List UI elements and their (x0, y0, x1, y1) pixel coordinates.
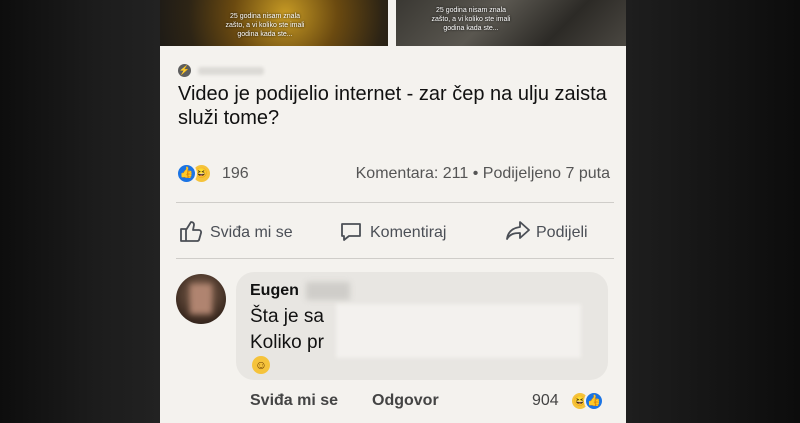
divider (176, 202, 614, 203)
comment-text-line: Koliko pr (250, 332, 324, 353)
facebook-post-card: 25 godina nisam znala zašto, a vi koliko… (160, 0, 626, 423)
blurred-comment-text (336, 304, 581, 358)
like-button[interactable]: Sviđa mi se (178, 218, 318, 248)
lightning-icon: ⚡ (178, 64, 191, 77)
reaction-count[interactable]: 196 (222, 165, 249, 183)
like-reaction-icon: 👍 (584, 391, 604, 411)
comment-reaction-count[interactable]: 904 (532, 392, 559, 410)
avatar[interactable] (176, 274, 226, 324)
thumbnail-caption: 25 godina nisam znala zašto, a vi koliko… (431, 7, 511, 32)
video-side-blur-right (626, 0, 800, 423)
post-stats: 👍 😆 196 Komentara: 211 • Podijeljeno 7 p… (176, 162, 616, 188)
smile-emoji-icon: ☺ (252, 356, 270, 374)
comment-actions: Sviđa mi se Odgovor 904 😆 👍 (160, 390, 626, 416)
comment-like-button[interactable]: Sviđa mi se (250, 392, 338, 410)
divider (176, 258, 614, 259)
comment-bubble: Eugen Šta je sa Koliko pr ☺ (236, 272, 608, 380)
video-side-blur-left (0, 0, 160, 423)
comment-reactions[interactable]: 😆 👍 (570, 390, 614, 414)
thumbnail-stove[interactable]: 25 godina nisam znala zašto, a vi koliko… (396, 0, 626, 46)
post-thumbnails: 25 godina nisam znala zašto, a vi koliko… (160, 0, 626, 46)
share-arrow-icon (506, 221, 530, 240)
post-actions-bar: Sviđa mi se Komentiraj Podijeli (160, 214, 626, 254)
avatar-blur (190, 284, 212, 314)
comment-reply-button[interactable]: Odgovor (372, 392, 439, 410)
comment-button[interactable]: Komentiraj (338, 218, 478, 248)
comment-text-line: Šta je sa (250, 306, 324, 327)
post-title[interactable]: Video je podijelio internet - zar čep na… (178, 82, 608, 130)
like-label: Sviđa mi se (210, 224, 293, 241)
thumbnail-caption: 25 godina nisam znala zašto, a vi koliko… (225, 13, 305, 38)
like-reaction-icon[interactable]: 👍 (176, 163, 197, 184)
comment-label: Komentiraj (370, 224, 447, 241)
speech-bubble-icon (341, 223, 361, 241)
share-button[interactable]: Podijeli (504, 218, 624, 248)
blurred-source-name (198, 67, 264, 75)
share-label: Podijeli (536, 224, 588, 241)
thumbnail-oil-bottle[interactable]: 25 godina nisam znala zašto, a vi koliko… (160, 0, 388, 46)
thumbs-up-icon (180, 221, 203, 242)
comments-shares-count[interactable]: Komentara: 211 • Podijeljeno 7 puta (356, 165, 610, 183)
commenter-name[interactable]: Eugen (250, 282, 299, 300)
blurred-surname (306, 282, 350, 300)
